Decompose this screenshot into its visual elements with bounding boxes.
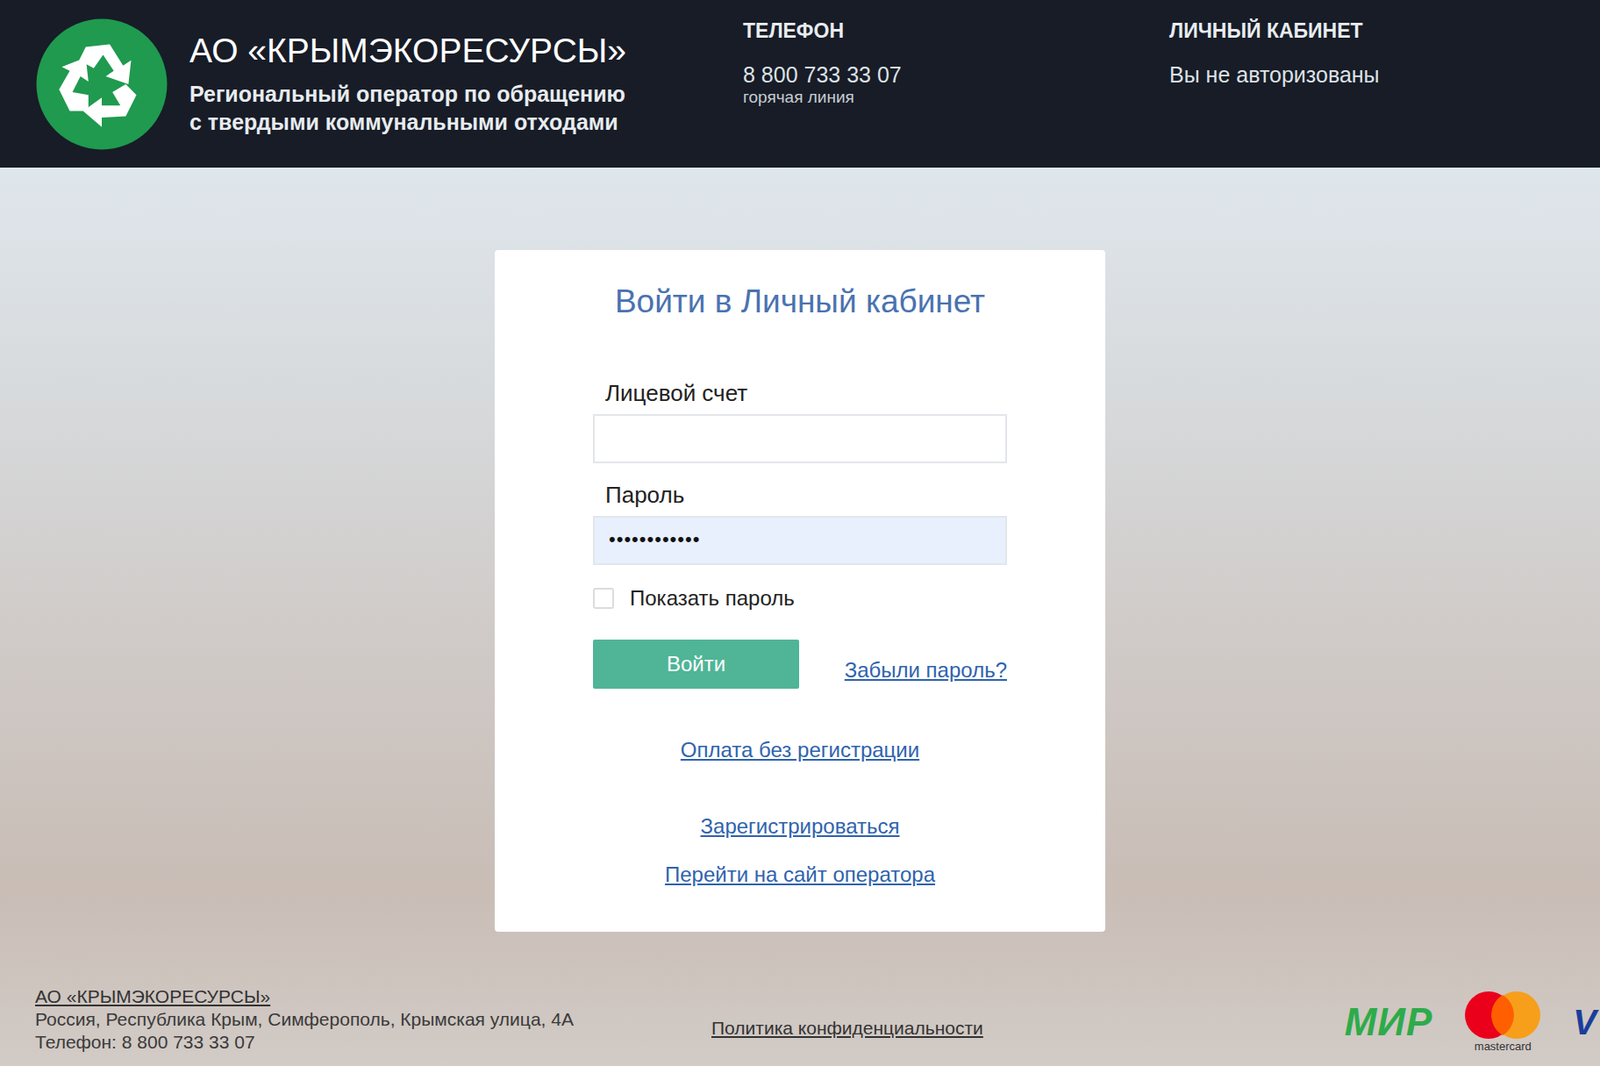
payment-logos: МИР mastercard V xyxy=(1344,990,1600,1054)
brand-subtitle: с твердыми коммунальными отходами xyxy=(189,108,627,136)
phone-caption: горячая линия xyxy=(742,87,1170,108)
mastercard-logo: mastercard xyxy=(1462,990,1543,1054)
brand-subtitle: Региональный оператор по обращению xyxy=(189,80,627,108)
footer-company-link[interactable]: АО «КРЫМЭКОРЕСУРСЫ» xyxy=(35,985,271,1007)
field-group: Пароль •••••••••••• xyxy=(592,481,1008,565)
cabinet-block: ЛИЧНЫЙ КАБИНЕТ Вы не авторизованы xyxy=(1169,0,1380,88)
phone-block: ТЕЛЕФОН 8 800 733 33 07горячая линия xyxy=(742,0,1170,108)
brand-title: АО «КРЫМЭКОРЕСУРСЫ» xyxy=(189,31,627,71)
card-link[interactable]: Оплата без регистрации xyxy=(680,736,920,764)
card-link[interactable]: Зарегистрироваться xyxy=(700,813,900,840)
footer: АО «КРЫМЭКОРЕСУРСЫ»Россия, Республика Кр… xyxy=(0,985,1600,1066)
main-area: Войти в Личный кабинет Лицевой счет Пароль… xyxy=(0,167,1600,1066)
login-card: Войти в Личный кабинет Лицевой счет Пароль… xyxy=(494,250,1106,932)
mastercard-text: mastercard xyxy=(1474,1039,1532,1054)
phone-label: ТЕЛЕФОН xyxy=(742,19,1170,43)
mir-logo: МИР xyxy=(1344,1010,1434,1034)
brand[interactable]: АО «КРЫМЭКОРЕСУРСЫ» Региональный оператор… xyxy=(35,17,743,151)
page: АО «КРЫМЭКОРЕСУРСЫ» Региональный оператор… xyxy=(0,0,1600,1066)
show-password-row[interactable]: Показать пароль xyxy=(592,585,1008,612)
forgot-link[interactable]: Забыли пароль? xyxy=(844,657,1008,684)
footer-contacts: АО «КРЫМЭКОРЕСУРСЫ»Россия, Республика Кр… xyxy=(35,985,712,1054)
footer-address: Россия, Республика Крым, Симферополь, Кр… xyxy=(35,1007,712,1031)
cabinet-label: ЛИЧНЫЙ КАБИНЕТ xyxy=(1169,19,1380,43)
visa-logo: V xyxy=(1572,1010,1597,1034)
mastercard-circles-icon xyxy=(1462,990,1543,1040)
text-field[interactable] xyxy=(592,414,1008,464)
header: АО «КРЫМЭКОРЕСУРСЫ» Региональный оператор… xyxy=(0,0,1600,168)
checkbox-label[interactable]: Показать пароль xyxy=(629,585,795,612)
phone-number[interactable]: 8 800 733 33 07 xyxy=(742,62,1170,88)
footer-phone: Телефон: 8 800 733 33 07 xyxy=(35,1030,712,1054)
cabinet-status: Вы не авторизованы xyxy=(1169,62,1380,88)
button-row: Войти Забыли пароль? xyxy=(592,639,1008,689)
text-field[interactable]: •••••••••••• xyxy=(592,515,1008,565)
recycle-logo-icon xyxy=(35,17,169,151)
card-link[interactable]: Перейти на сайт оператора xyxy=(664,861,936,888)
field-label: Лицевой счет xyxy=(592,379,1008,407)
field-label: Пароль xyxy=(592,481,1008,508)
privacy-link[interactable]: Политика конфиденциальности xyxy=(711,1016,984,1040)
checkbox[interactable] xyxy=(592,587,615,609)
brand-text: АО «КРЫМЭКОРЕСУРСЫ» Региональный оператор… xyxy=(189,31,627,136)
login-button[interactable]: Войти xyxy=(592,639,800,689)
field-group: Лицевой счет xyxy=(592,379,1008,464)
login-title: Войти в Личный кабинет xyxy=(592,281,1008,322)
